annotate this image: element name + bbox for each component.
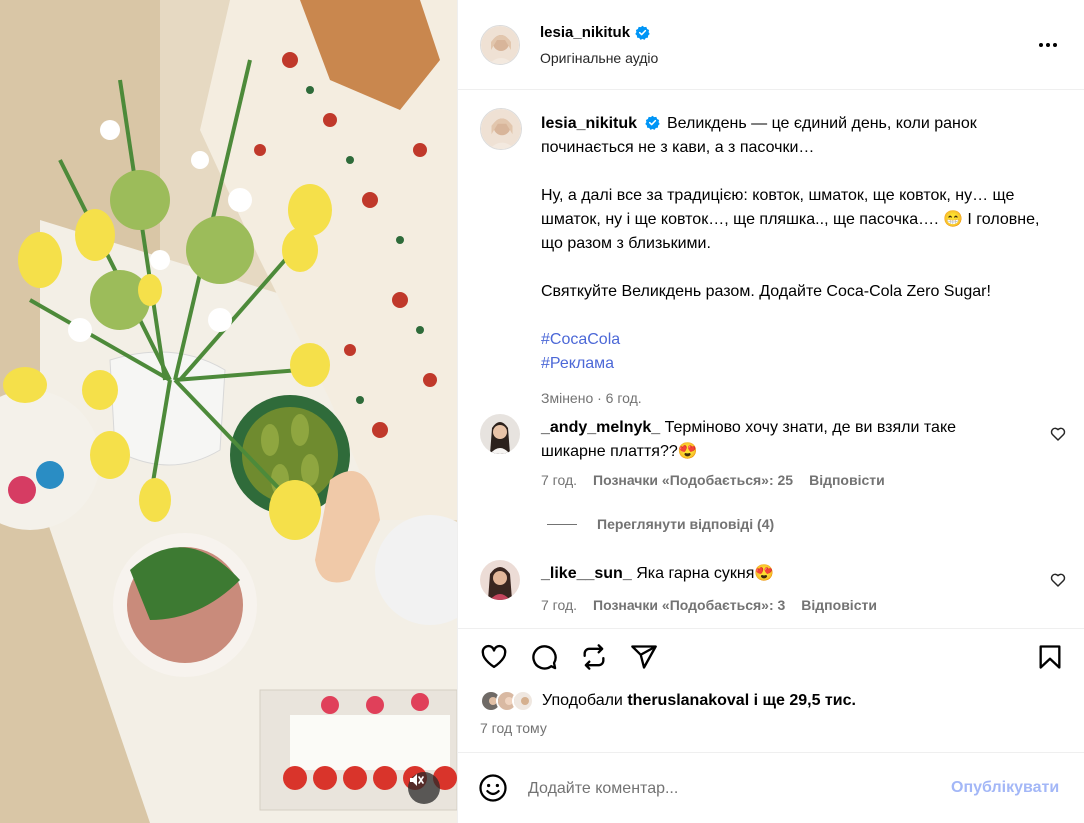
verified-icon bbox=[635, 25, 650, 40]
caption-username[interactable]: lesia_nikituk bbox=[541, 115, 637, 132]
verified-icon bbox=[644, 115, 660, 130]
comment-composer: Опублікувати bbox=[458, 752, 1084, 823]
comment-meta: 7 год. Позначки «Подобається»: 25 Відпов… bbox=[541, 472, 885, 488]
likes-prefix: Уподобали bbox=[542, 692, 623, 709]
comment-text-block: _andy_melnyk_ Терміново хочу знати, де в… bbox=[541, 416, 1011, 464]
comment-input[interactable] bbox=[528, 777, 928, 801]
hashtags: #CocaCola #Реклама bbox=[541, 328, 1041, 376]
comment-meta: 7 год. Позначки «Подобається»: 3 Відпові… bbox=[541, 597, 877, 613]
comment-username[interactable]: _andy_melnyk_ bbox=[541, 419, 660, 436]
caption-paragraph-2: Ну, а далі все за традицією: ковток, шма… bbox=[541, 187, 1040, 252]
post-comment-button[interactable]: Опублікувати bbox=[951, 779, 1059, 797]
emoji-icon[interactable] bbox=[478, 773, 508, 803]
caption-author-avatar[interactable] bbox=[480, 108, 522, 150]
repost-icon bbox=[583, 644, 605, 670]
likes-text[interactable]: Уподобали theruslanakoval і ще 29,5 тис. bbox=[542, 692, 856, 710]
hashtag-link[interactable]: #Реклама bbox=[541, 352, 1041, 376]
caption-first-paragraph: lesia_nikituk Великдень — це єдиний день… bbox=[541, 112, 1041, 160]
audio-label[interactable]: Оригінальне аудіо bbox=[540, 50, 658, 66]
comment-icon bbox=[532, 645, 557, 670]
comment-time[interactable]: 7 год. bbox=[541, 597, 577, 613]
mute-icon bbox=[410, 774, 424, 786]
author-avatar[interactable] bbox=[480, 25, 520, 65]
comment-text: Яка гарна сукня😍 bbox=[636, 565, 775, 582]
heart-icon bbox=[481, 644, 507, 669]
comment-text-block: _like__sun_ Яка гарна сукня😍 bbox=[541, 562, 1011, 586]
mute-button[interactable] bbox=[408, 772, 440, 804]
comment-button[interactable] bbox=[528, 641, 560, 673]
commenter-avatar[interactable] bbox=[480, 560, 520, 600]
comment-heart-icon[interactable] bbox=[1050, 572, 1066, 588]
comment-reply-button[interactable]: Відповісти bbox=[801, 597, 877, 613]
post-timestamp[interactable]: 7 год тому bbox=[480, 720, 547, 736]
author-name-row: lesia_nikituk bbox=[540, 24, 650, 41]
caption-paragraph-3: Святкуйте Великдень разом. Додайте Coca-… bbox=[541, 283, 991, 300]
more-options-icon[interactable] bbox=[1036, 35, 1060, 55]
liker-username[interactable]: theruslanakoval bbox=[627, 692, 749, 709]
author-username[interactable]: lesia_nikituk bbox=[540, 24, 630, 41]
likes-summary: Уподобали theruslanakoval і ще 29,5 тис. bbox=[480, 690, 856, 712]
action-bar bbox=[458, 628, 1084, 684]
post-media[interactable] bbox=[0, 0, 457, 823]
view-replies-label: Переглянути відповіді (4) bbox=[597, 516, 775, 532]
caption-meta: Змінено · 6 год. bbox=[541, 390, 642, 406]
likes-count[interactable]: і ще 29,5 тис. bbox=[754, 692, 856, 709]
liker-avatar bbox=[512, 690, 534, 712]
comment-username[interactable]: _like__sun_ bbox=[541, 565, 632, 582]
hashtag-link[interactable]: #CocaCola bbox=[541, 328, 1041, 352]
view-replies-button[interactable]: Переглянути відповіді (4) bbox=[547, 516, 774, 532]
comment-time[interactable]: 7 год. bbox=[541, 472, 577, 488]
comment-likes[interactable]: Позначки «Подобається»: 25 bbox=[593, 472, 793, 488]
comment-heart-icon[interactable] bbox=[1050, 426, 1066, 442]
divider bbox=[547, 523, 577, 525]
post-detail-panel: lesia_nikituk Оригінальне аудіо lesia_ni… bbox=[457, 0, 1084, 823]
like-button[interactable] bbox=[478, 641, 510, 673]
comment-likes[interactable]: Позначки «Подобається»: 3 bbox=[593, 597, 785, 613]
commenter-avatar[interactable] bbox=[480, 414, 520, 454]
share-button[interactable] bbox=[628, 641, 660, 673]
save-button[interactable] bbox=[1034, 641, 1066, 673]
post-header: lesia_nikituk Оригінальне аудіо bbox=[458, 0, 1084, 90]
bookmark-icon bbox=[1039, 645, 1061, 669]
caption-body: lesia_nikituk Великдень — це єдиний день… bbox=[541, 112, 1041, 410]
media-image bbox=[0, 0, 457, 823]
share-icon bbox=[631, 645, 657, 669]
comment-reply-button[interactable]: Відповісти bbox=[809, 472, 885, 488]
repost-button[interactable] bbox=[578, 641, 610, 673]
